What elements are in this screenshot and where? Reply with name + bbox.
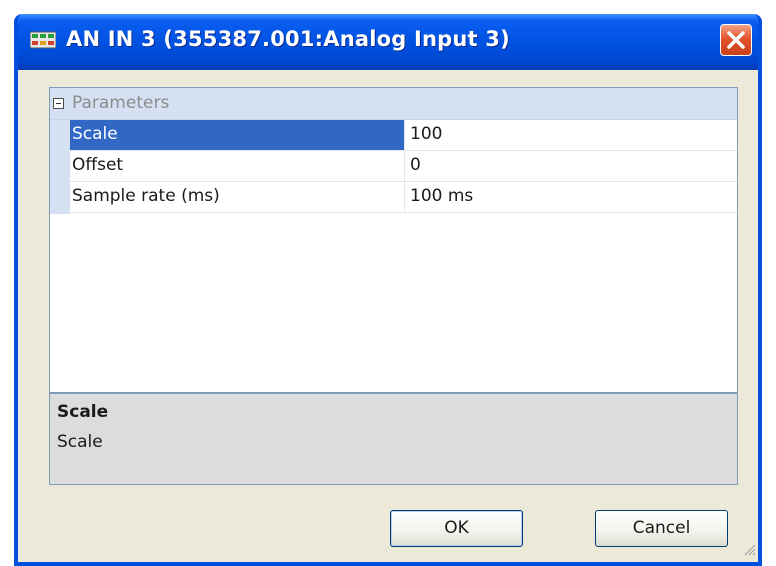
property-name[interactable]: Scale (70, 120, 405, 150)
property-grid[interactable]: Parameters Scale 100 Offset 0 Sample rat… (49, 87, 738, 393)
description-panel: Scale Scale (49, 393, 738, 485)
property-value[interactable]: 100 (406, 120, 737, 150)
category-label: Parameters (72, 93, 170, 113)
ok-button[interactable]: OK (390, 510, 523, 547)
description-title: Scale (57, 402, 109, 422)
property-value[interactable]: 100 ms (406, 182, 737, 212)
property-row-scale[interactable]: Scale 100 (70, 120, 737, 151)
resize-grip-icon[interactable] (742, 541, 756, 560)
close-button[interactable] (720, 24, 752, 56)
category-row-parameters[interactable]: Parameters (50, 88, 737, 120)
cancel-button[interactable]: Cancel (595, 510, 728, 547)
dialog-window: AN IN 3 (355387.001:Analog Input 3) Para… (14, 14, 762, 566)
grid-left-margin (50, 120, 70, 214)
app-module-icon (29, 30, 57, 50)
property-name[interactable]: Offset (70, 151, 405, 181)
title-bar[interactable]: AN IN 3 (355387.001:Analog Input 3) (18, 14, 758, 70)
property-name[interactable]: Sample rate (ms) (70, 182, 405, 212)
collapse-icon[interactable] (53, 98, 64, 109)
property-value[interactable]: 0 (406, 151, 737, 181)
property-row-offset[interactable]: Offset 0 (70, 151, 737, 182)
description-text: Scale (57, 432, 103, 452)
window-title: AN IN 3 (355387.001:Analog Input 3) (66, 27, 510, 51)
property-row-sample-rate[interactable]: Sample rate (ms) 100 ms (70, 182, 737, 213)
